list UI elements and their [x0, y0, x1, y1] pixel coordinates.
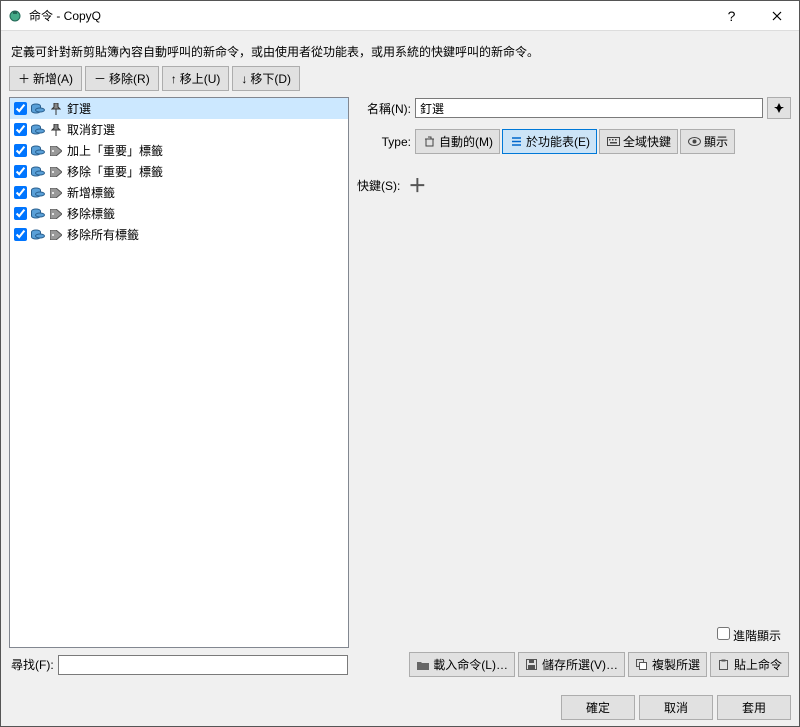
- item-label: 釘選: [67, 100, 91, 117]
- disk-icon: [31, 144, 45, 158]
- disk-icon: [31, 123, 45, 137]
- dialog-buttons: 確定 取消 套用: [1, 689, 799, 726]
- item-checkbox[interactable]: [14, 186, 27, 199]
- menu-icon: [509, 135, 523, 149]
- move-up-button[interactable]: ↑ 移上(U): [162, 66, 230, 91]
- search-input[interactable]: [58, 655, 348, 675]
- pin-icon: [49, 102, 63, 116]
- name-row: 名稱(N):: [357, 97, 791, 119]
- search-label: 尋找(F):: [11, 656, 54, 673]
- pin-icon-button[interactable]: [767, 97, 791, 119]
- main-split: 釘選取消釘選加上「重要」標籤移除「重要」標籤新增標籤移除標籤移除所有標籤 名稱(…: [9, 97, 791, 648]
- folder-icon: [416, 658, 430, 672]
- disk-icon: [31, 186, 45, 200]
- list-item[interactable]: 取消釘選: [10, 119, 348, 140]
- type-auto-button[interactable]: 自動的(M): [415, 129, 500, 154]
- item-label: 取消釘選: [67, 121, 115, 138]
- app-icon: [7, 8, 23, 24]
- command-list[interactable]: 釘選取消釘選加上「重要」標籤移除「重要」標籤新增標籤移除標籤移除所有標籤: [9, 97, 349, 648]
- tag-icon: [49, 144, 63, 158]
- tag-icon: [49, 165, 63, 179]
- titlebar: 命令 - CopyQ ?: [1, 1, 799, 31]
- trash-icon: [422, 135, 436, 149]
- item-checkbox[interactable]: [14, 144, 27, 157]
- item-label: 移除「重要」標籤: [67, 163, 163, 180]
- arrow-down-icon: ↓: [241, 72, 247, 86]
- shortcut-label: 快鍵(S):: [357, 177, 400, 194]
- left-pane: 釘選取消釘選加上「重要」標籤移除「重要」標籤新增標籤移除標籤移除所有標籤: [9, 97, 349, 648]
- item-checkbox[interactable]: [14, 228, 27, 241]
- add-shortcut-button[interactable]: ＋: [408, 172, 426, 198]
- disk-icon: [31, 228, 45, 242]
- tag-icon: [49, 207, 63, 221]
- tag-icon: [49, 228, 63, 242]
- paste-commands-button[interactable]: 貼上命令: [710, 652, 789, 677]
- list-item[interactable]: 移除所有標籤: [10, 224, 348, 245]
- item-label: 移除所有標籤: [67, 226, 139, 243]
- copy-selected-button[interactable]: 複製所選: [628, 652, 707, 677]
- shortcut-row: 快鍵(S): ＋: [357, 172, 791, 198]
- content-area: 定義可針對新剪貼簿內容自動呼叫的新命令，或由使用者從功能表，或用系統的快鍵呼叫的…: [1, 31, 799, 689]
- item-checkbox[interactable]: [14, 207, 27, 220]
- list-item[interactable]: 加上「重要」標籤: [10, 140, 348, 161]
- plus-icon: ＋: [18, 70, 30, 87]
- save-icon: [525, 658, 539, 672]
- list-item[interactable]: 釘選: [10, 98, 348, 119]
- arrow-up-icon: ↑: [171, 72, 177, 86]
- item-checkbox[interactable]: [14, 165, 27, 178]
- save-selected-button[interactable]: 儲存所選(V)…: [518, 652, 625, 677]
- advanced-checkbox-label[interactable]: 進階顯示: [717, 627, 781, 644]
- disk-icon: [31, 207, 45, 221]
- apply-button[interactable]: 套用: [717, 695, 791, 720]
- move-down-button[interactable]: ↓ 移下(D): [232, 66, 300, 91]
- list-item[interactable]: 移除標籤: [10, 203, 348, 224]
- description-text: 定義可針對新剪貼簿內容自動呼叫的新命令，或由使用者從功能表，或用系統的快鍵呼叫的…: [11, 43, 789, 60]
- help-button[interactable]: ?: [709, 1, 754, 31]
- right-pane: 名稱(N): Type: 自動的(M): [357, 97, 791, 648]
- remove-button[interactable]: － 移除(R): [85, 66, 159, 91]
- list-toolbar: ＋ 新增(A) － 移除(R) ↑ 移上(U) ↓ 移下(D): [9, 66, 791, 91]
- item-checkbox[interactable]: [14, 102, 27, 115]
- item-checkbox[interactable]: [14, 123, 27, 136]
- keyboard-icon: [606, 135, 620, 149]
- dialog-window: 命令 - CopyQ ? 定義可針對新剪貼簿內容自動呼叫的新命令，或由使用者從功…: [0, 0, 800, 727]
- item-label: 新增標籤: [67, 184, 115, 201]
- spacer: [357, 198, 791, 623]
- item-label: 加上「重要」標籤: [67, 142, 163, 159]
- minus-icon: －: [94, 70, 106, 87]
- type-group: 自動的(M) 於功能表(E) 全域快鍵 顯示: [415, 129, 735, 154]
- list-item[interactable]: 新增標籤: [10, 182, 348, 203]
- advanced-row: 進階顯示: [357, 623, 791, 648]
- add-button[interactable]: ＋ 新增(A): [9, 66, 82, 91]
- load-commands-button[interactable]: 載入命令(L)…: [409, 652, 515, 677]
- type-menu-button[interactable]: 於功能表(E): [502, 129, 597, 154]
- item-label: 移除標籤: [67, 205, 115, 222]
- name-input[interactable]: [415, 98, 763, 118]
- tag-icon: [49, 186, 63, 200]
- eye-icon: [687, 135, 701, 149]
- cancel-button[interactable]: 取消: [639, 695, 713, 720]
- name-label: 名稱(N):: [357, 100, 411, 117]
- type-show-button[interactable]: 顯示: [680, 129, 735, 154]
- pin-icon: [49, 123, 63, 137]
- file-buttons: 載入命令(L)… 儲存所選(V)… 複製所選 貼上命令: [409, 652, 789, 677]
- list-item[interactable]: 移除「重要」標籤: [10, 161, 348, 182]
- disk-icon: [31, 165, 45, 179]
- search-row: 尋找(F): 載入命令(L)… 儲存所選(V)… 複製所選 貼上: [9, 648, 791, 681]
- window-title: 命令 - CopyQ: [29, 7, 709, 24]
- type-label: Type:: [357, 135, 411, 149]
- type-row: Type: 自動的(M) 於功能表(E) 全域快鍵: [357, 129, 791, 154]
- disk-icon: [31, 102, 45, 116]
- copy-icon: [635, 658, 649, 672]
- close-button[interactable]: [754, 1, 799, 31]
- paste-icon: [717, 658, 731, 672]
- ok-button[interactable]: 確定: [561, 695, 635, 720]
- advanced-checkbox[interactable]: [717, 627, 730, 640]
- type-global-button[interactable]: 全域快鍵: [599, 129, 678, 154]
